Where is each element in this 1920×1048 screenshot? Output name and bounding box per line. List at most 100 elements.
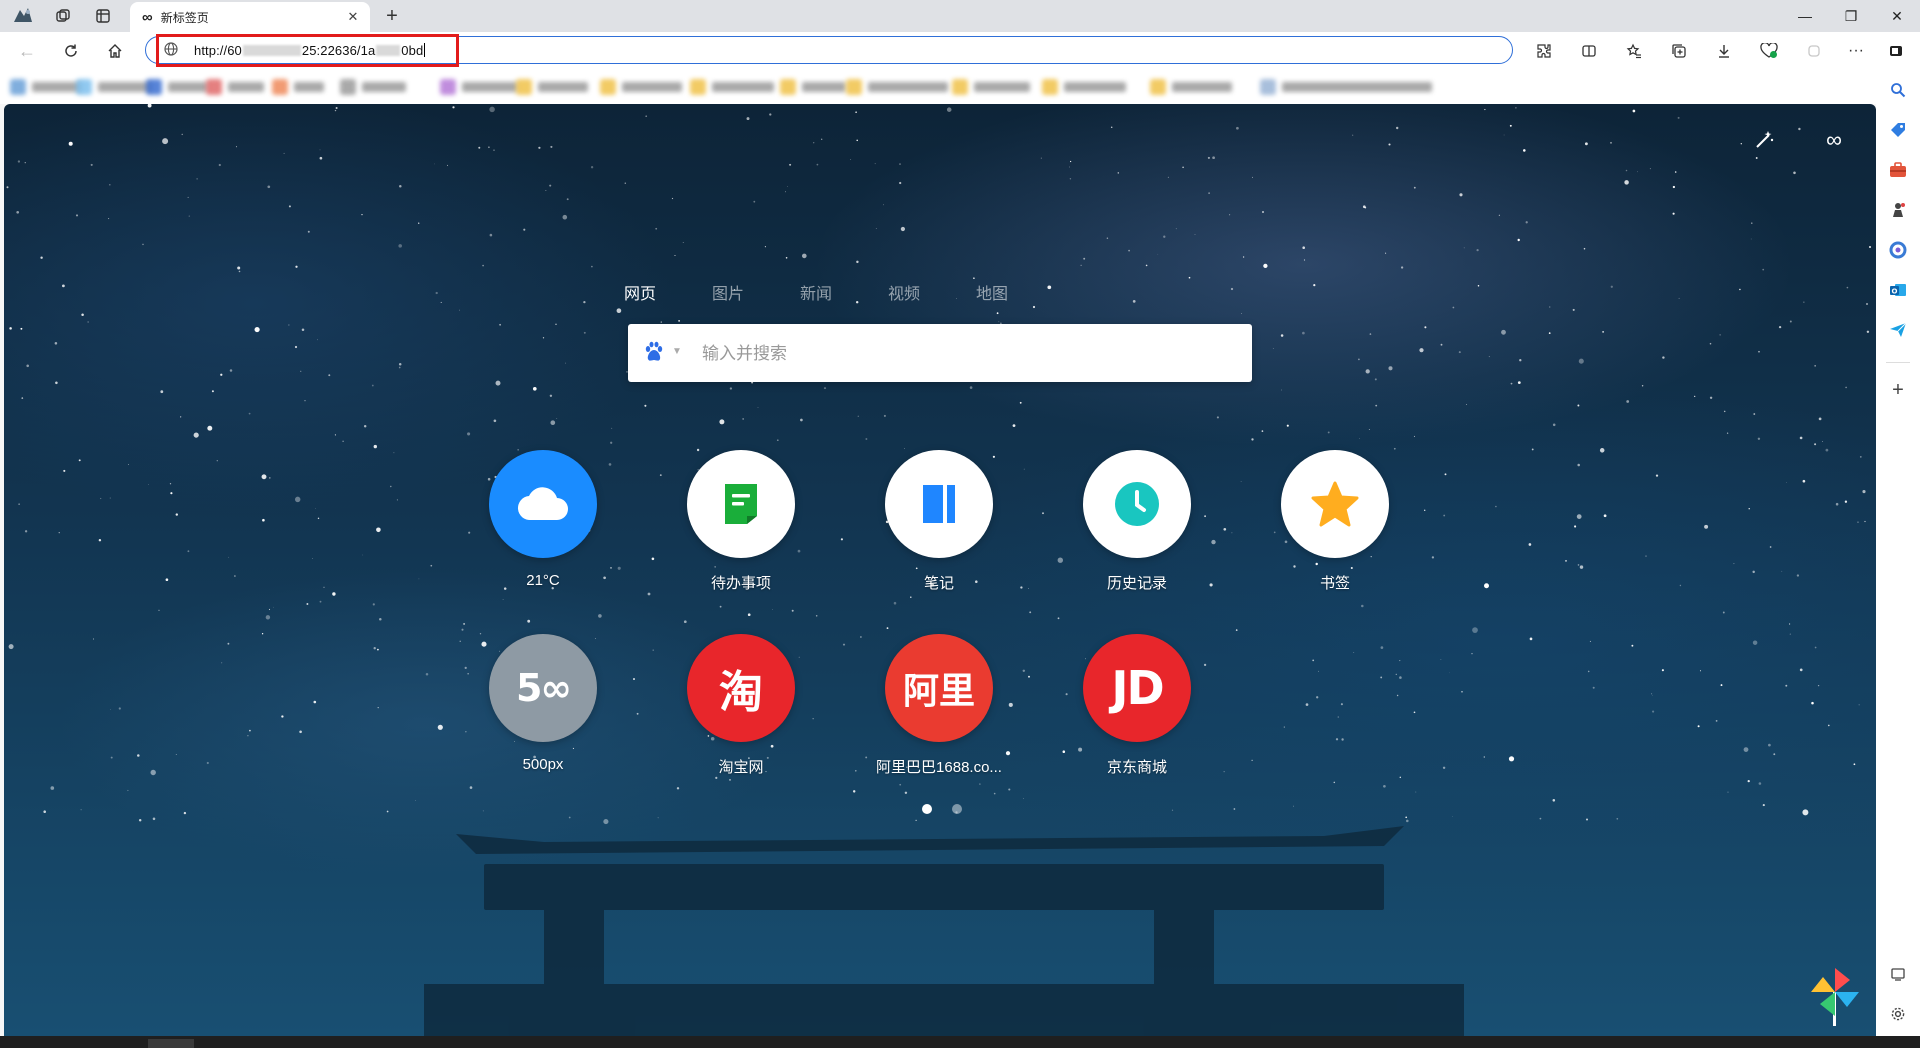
downloads-icon[interactable] (1709, 37, 1739, 65)
page-indicator (922, 804, 962, 814)
bookmark-item[interactable] (1260, 78, 1432, 96)
bookmark-item[interactable] (340, 78, 406, 96)
search-type-tabs: 网页 图片 新闻 视频 地图 (624, 280, 1064, 304)
taskbar-item[interactable] (148, 1039, 194, 1048)
taobao-circle[interactable]: 淘 (687, 634, 795, 742)
vertical-tabs-icon[interactable] (88, 4, 118, 28)
search-tab-map[interactable]: 地图 (976, 280, 1064, 304)
sidebar-toggle-icon[interactable] (1881, 37, 1911, 65)
profile-icon[interactable] (8, 4, 38, 28)
favorites-icon[interactable] (1619, 37, 1649, 65)
bookmark-item[interactable] (690, 78, 774, 96)
baidu-paw-icon[interactable] (642, 340, 666, 370)
workspaces-icon[interactable] (48, 4, 78, 28)
more-options-icon[interactable]: ··· (1841, 37, 1871, 65)
bookmark-item[interactable] (1150, 78, 1232, 96)
bookmarks-bar (0, 70, 1880, 104)
tile-notes[interactable]: 笔记 (864, 450, 1014, 593)
sidebar-add-icon[interactable]: + (1883, 376, 1913, 404)
sidebar-outlook-icon[interactable]: O (1883, 276, 1913, 304)
tile-history[interactable]: 历史记录 (1062, 450, 1212, 593)
infinity-logo-icon[interactable]: ∞ (1818, 124, 1850, 156)
tile-bookmarks[interactable]: 书签 (1260, 450, 1410, 593)
bookmark-item[interactable] (846, 78, 948, 96)
tab-new-tab[interactable]: ∞ 新标签页 ✕ (130, 2, 370, 32)
tile-label: 待办事项 (710, 575, 771, 592)
bookmark-item[interactable] (600, 78, 682, 96)
copilot-disabled-icon[interactable] (1799, 37, 1829, 65)
todo-icon (725, 484, 757, 524)
bookmark-item[interactable] (1042, 78, 1126, 96)
minimize-button[interactable]: — (1782, 0, 1828, 32)
sidebar-tools-icon[interactable] (1883, 156, 1913, 184)
sidebar-settings-gear-icon[interactable] (1883, 1000, 1913, 1028)
close-tab-icon[interactable]: ✕ (342, 6, 364, 28)
search-tab-web[interactable]: 网页 (624, 280, 712, 304)
engine-dropdown-icon[interactable]: ▼ (672, 346, 682, 357)
sidebar-send-icon[interactable] (1883, 316, 1913, 344)
split-screen-icon[interactable] (1574, 37, 1604, 65)
tile-label: 笔记 (923, 575, 954, 592)
tile-alibaba[interactable]: 阿里 阿里巴巴1688.co... (864, 634, 1014, 777)
close-window-button[interactable]: ✕ (1874, 0, 1920, 32)
bookmark-item[interactable] (76, 78, 152, 96)
sidebar-search-icon[interactable] (1883, 76, 1913, 104)
bookmark-item[interactable] (952, 78, 1030, 96)
tile-500px[interactable]: 5∞ 500px (468, 634, 618, 773)
sidebar-microsoft365-icon[interactable] (1883, 236, 1913, 264)
home-button[interactable] (100, 37, 130, 65)
page-dot-2[interactable] (952, 804, 962, 814)
clock-icon (1115, 482, 1159, 526)
tile-jd[interactable]: JD 京东商城 (1062, 634, 1212, 777)
restore-button[interactable]: ❐ (1828, 0, 1874, 32)
sidebar-shopping-tag-icon[interactable] (1883, 116, 1913, 144)
right-sidebar: O + (1876, 70, 1920, 1036)
tile-todo[interactable]: 待办事项 (666, 450, 816, 593)
bookmark-item[interactable] (146, 78, 208, 96)
search-tab-images[interactable]: 图片 (712, 280, 800, 304)
search-tab-video[interactable]: 视频 (888, 280, 976, 304)
search-tab-news[interactable]: 新闻 (800, 280, 888, 304)
search-input[interactable] (700, 334, 1234, 374)
new-tab-page: ∞ 网页 图片 新闻 视频 地图 ▼ 21°C 待办事项 笔记 (4, 104, 1876, 1036)
todo-circle[interactable] (687, 450, 795, 558)
back-button[interactable]: ← (12, 37, 42, 65)
bookmark-item[interactable] (206, 78, 264, 96)
history-circle[interactable] (1083, 450, 1191, 558)
sidebar-screenshot-icon[interactable] (1883, 960, 1913, 988)
jd-logo: JD (1111, 661, 1164, 715)
bookmarks-circle[interactable] (1281, 450, 1389, 558)
notes-circle[interactable] (885, 450, 993, 558)
weather-circle[interactable] (489, 450, 597, 558)
bookmark-item[interactable] (10, 78, 82, 96)
sidebar-games-icon[interactable] (1883, 196, 1913, 224)
alibaba-logo: 阿里 (902, 671, 975, 712)
tile-label: 淘宝网 (718, 759, 764, 776)
performance-heart-icon[interactable] (1754, 37, 1784, 65)
magic-wand-icon[interactable] (1748, 124, 1780, 156)
tile-weather[interactable]: 21°C (468, 450, 618, 589)
refresh-button[interactable] (56, 37, 86, 65)
500px-logo: 5∞ (515, 666, 572, 710)
alibaba-circle[interactable]: 阿里 (885, 634, 993, 742)
tile-label: 阿里巴巴1688.co... (876, 759, 1002, 776)
pinwheel-icon[interactable] (1810, 966, 1860, 1026)
taobao-logo: 淘 (719, 667, 763, 718)
bookmark-item[interactable] (516, 78, 588, 96)
tile-label: 500px (522, 756, 564, 773)
page-dot-1[interactable] (922, 804, 932, 814)
new-tab-button[interactable]: + (378, 4, 406, 28)
tab-title: 新标签页 (160, 10, 209, 25)
sidebar-divider (1886, 362, 1910, 363)
collections-icon[interactable] (1664, 37, 1694, 65)
tile-label: 21°C (526, 572, 560, 589)
star-icon (1311, 481, 1359, 527)
bookmark-item[interactable] (440, 78, 518, 96)
500px-circle[interactable]: 5∞ (489, 634, 597, 742)
jd-circle[interactable]: JD (1083, 634, 1191, 742)
extensions-icon[interactable] (1529, 37, 1559, 65)
bookmark-item[interactable] (780, 78, 846, 96)
tile-taobao[interactable]: 淘 淘宝网 (666, 634, 816, 777)
taskbar-strip (0, 1036, 1920, 1048)
bookmark-item[interactable] (272, 78, 324, 96)
